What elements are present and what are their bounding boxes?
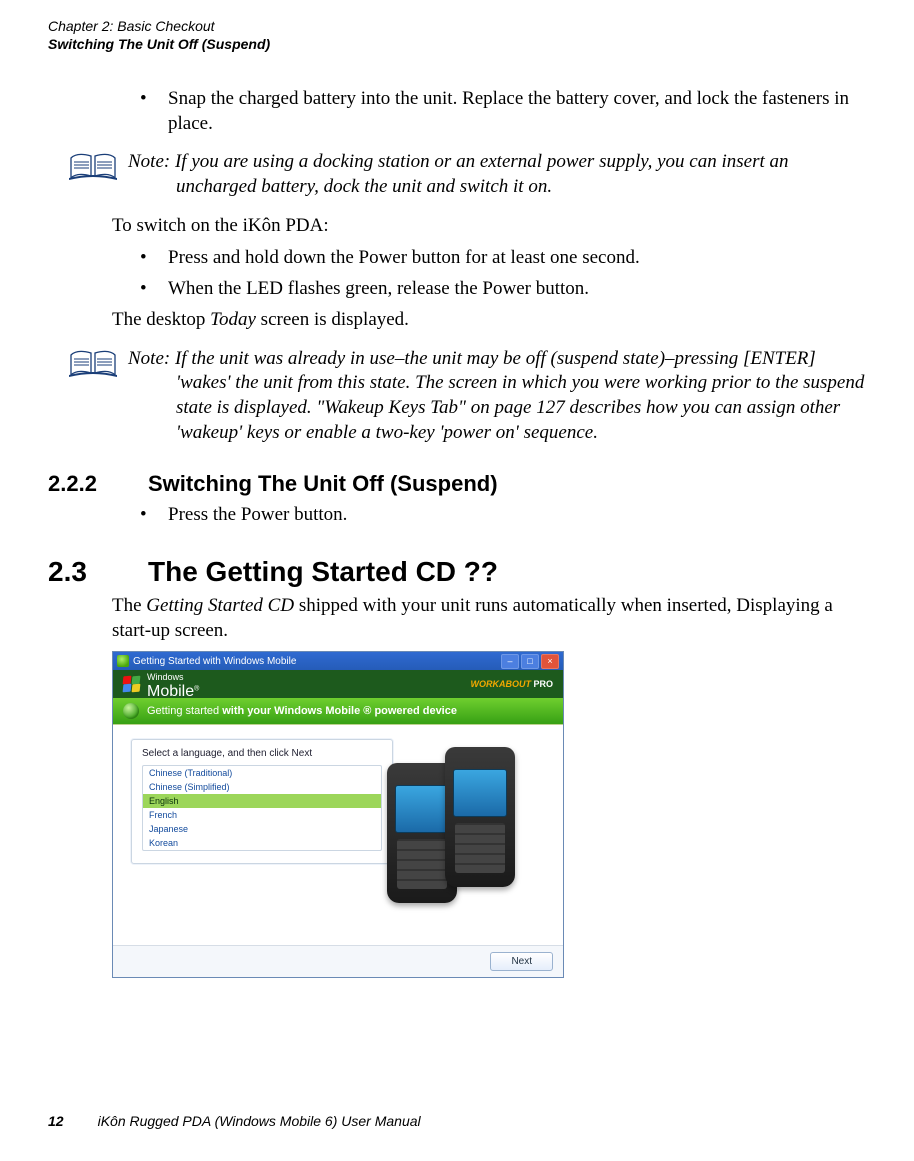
app-icon (117, 655, 129, 667)
language-card: Select a language, and then click Next C… (131, 739, 393, 864)
windows-logo-icon (123, 676, 141, 692)
heading-2-3: 2.3 The Getting Started CD ?? (48, 556, 866, 588)
heading-2-2-2: 2.2.2 Switching The Unit Off (Suspend) (48, 471, 866, 497)
running-header: Chapter 2: Basic Checkout Switching The … (48, 18, 866, 53)
bullet-text: Press the Power button. (168, 503, 866, 528)
language-option[interactable]: Japanese (143, 822, 381, 836)
text-fragment: The desktop (112, 309, 210, 330)
bullet-text: Snap the charged battery into the unit. … (168, 87, 866, 136)
note-text: Note: If you are using a docking station… (128, 150, 866, 199)
paragraph: The Getting Started CD shipped with your… (112, 594, 866, 643)
window-title: Getting Started with Windows Mobile (133, 656, 296, 667)
language-option[interactable]: French (143, 808, 381, 822)
bullet-marker: • (140, 277, 168, 302)
book-icon (58, 347, 128, 446)
language-option[interactable]: Chinese (Simplified) (143, 780, 381, 794)
heading-title: The Getting Started CD ?? (148, 556, 866, 588)
embedded-screenshot: Getting Started with Windows Mobile – □ … (112, 651, 866, 978)
header-chapter: Chapter 2: Basic Checkout (48, 18, 215, 34)
language-option[interactable]: Chinese (Traditional) (143, 766, 381, 780)
close-button[interactable]: × (541, 654, 559, 669)
bullet-item: • Snap the charged battery into the unit… (140, 87, 866, 136)
bottom-bar: Next (113, 945, 563, 977)
paragraph: To switch on the iKôn PDA: (112, 214, 866, 239)
text-fragment: screen is displayed. (256, 309, 409, 330)
page-number: 12 (48, 1113, 64, 1129)
language-option[interactable]: Korean (143, 836, 381, 850)
book-title: iKôn Rugged PDA (Windows Mobile 6) User … (98, 1113, 421, 1129)
device-icon (445, 747, 515, 887)
text-fragment-italic: Getting Started CD (146, 595, 294, 616)
panel-area: Select a language, and then click Next C… (113, 724, 563, 945)
brand-right: WORKABOUT PRO (470, 679, 553, 689)
note-text: Note: If the unit was already in use–the… (128, 347, 866, 446)
minimize-button[interactable]: – (501, 654, 519, 669)
green-banner: Getting started with your Windows Mobile… (113, 698, 563, 724)
bullet-text: Press and hold down the Power button for… (168, 246, 866, 271)
brand-text: Windows Mobile® (147, 668, 199, 701)
language-option[interactable]: English (143, 794, 381, 808)
page-footer: 12 iKôn Rugged PDA (Windows Mobile 6) Us… (48, 1113, 421, 1129)
device-image (387, 735, 537, 925)
bullet-item: • When the LED flashes green, release th… (140, 277, 866, 302)
bullet-marker: • (140, 503, 168, 528)
heading-title: Switching The Unit Off (Suspend) (148, 471, 866, 497)
bullet-item: • Press the Power button. (140, 503, 866, 528)
note-block: Note: If you are using a docking station… (58, 150, 866, 199)
language-list[interactable]: Chinese (Traditional)Chinese (Simplified… (142, 765, 382, 851)
bullet-marker: • (140, 246, 168, 271)
text-fragment: The (112, 595, 146, 616)
globe-icon (123, 703, 139, 719)
heading-number: 2.3 (48, 556, 148, 588)
banner-text-bold: with your Windows Mobile ® powered devic… (222, 705, 457, 717)
bullet-marker: • (140, 87, 168, 136)
bullet-item: • Press and hold down the Power button f… (140, 246, 866, 271)
bullet-text: When the LED flashes green, release the … (168, 277, 866, 302)
book-icon (58, 150, 128, 199)
maximize-button[interactable]: □ (521, 654, 539, 669)
next-button[interactable]: Next (490, 952, 553, 971)
card-title: Select a language, and then click Next (142, 748, 382, 759)
banner-text: Getting started (147, 705, 222, 717)
text-fragment-italic: Today (210, 309, 256, 330)
heading-number: 2.2.2 (48, 471, 148, 497)
brand-bar: Windows Mobile® WORKABOUT PRO (113, 670, 563, 698)
header-section: Switching The Unit Off (Suspend) (48, 36, 270, 52)
window: Getting Started with Windows Mobile – □ … (112, 651, 564, 978)
paragraph: The desktop Today screen is displayed. (112, 308, 866, 333)
note-block: Note: If the unit was already in use–the… (58, 347, 866, 446)
